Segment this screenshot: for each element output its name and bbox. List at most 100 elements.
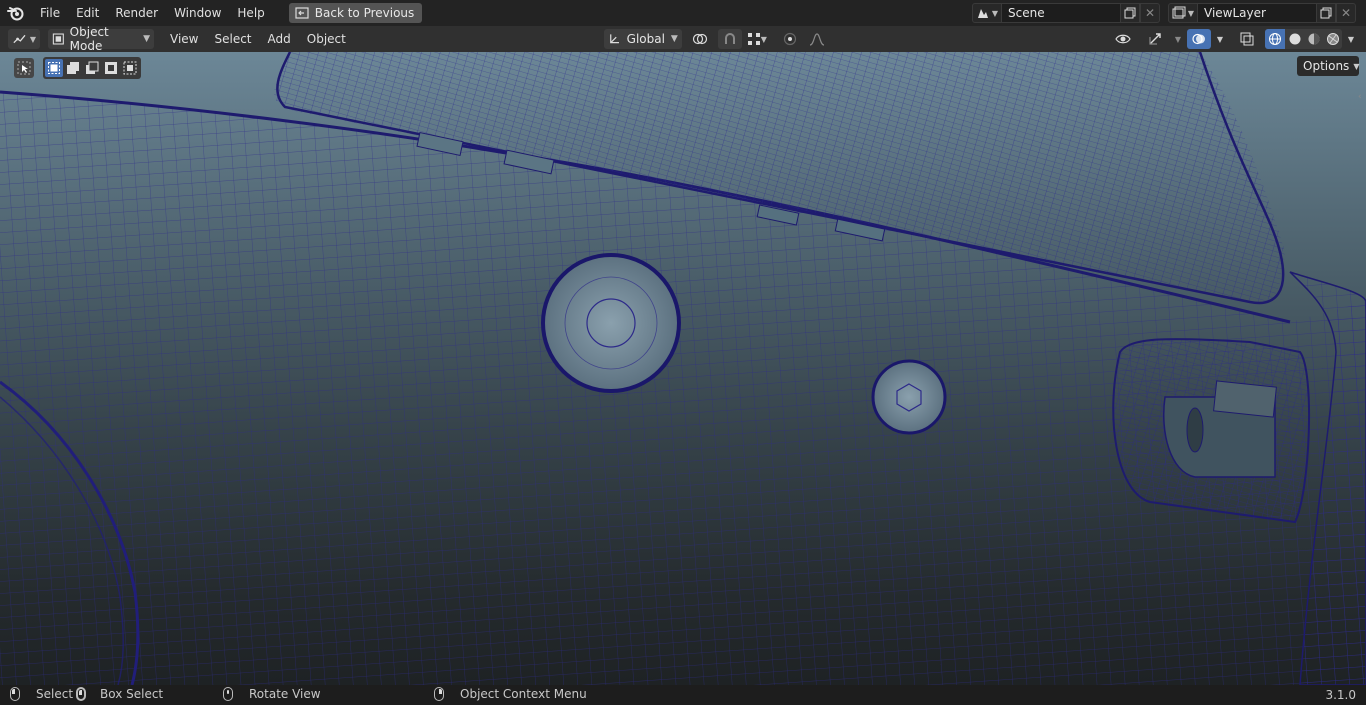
status-box-select-label: Box Select: [100, 687, 164, 701]
selection-mode-set-button[interactable]: [45, 59, 63, 77]
new-view-layer-button[interactable]: [1316, 3, 1336, 23]
pivot-icon: [692, 33, 707, 45]
status-rotate-view: Rotate View: [223, 687, 321, 701]
selection-mode-subtract-button[interactable]: [83, 59, 101, 77]
visibility-icon: [1115, 34, 1131, 44]
back-icon: [295, 7, 309, 19]
status-select: Select: [10, 687, 73, 701]
visibility-select[interactable]: [1107, 29, 1139, 49]
selection-mode-invert-button[interactable]: [102, 59, 120, 77]
proportional-icon: [783, 32, 796, 46]
scene-browse-button[interactable]: ▼: [972, 3, 1002, 23]
gizmo-toggle[interactable]: [1141, 29, 1169, 49]
mouse-left-icon: [10, 687, 20, 701]
transform-orientation-label: Global: [626, 32, 665, 46]
solid-shading-button[interactable]: [1285, 29, 1304, 49]
xray-toggle[interactable]: [1235, 29, 1259, 49]
delete-scene-button[interactable]: ✕: [1140, 3, 1160, 23]
options-dropdown[interactable]: Options ▼: [1297, 56, 1359, 76]
proportional-falloff-select[interactable]: [802, 29, 832, 49]
mouse-middle-icon: [223, 687, 233, 701]
version-label: 3.1.0: [1325, 688, 1356, 702]
falloff-icon: [809, 33, 825, 46]
wireframe-shading-icon: [1269, 33, 1281, 45]
shading-options-dropdown[interactable]: ▼: [1344, 29, 1358, 49]
header-right-group: ▼ ▼ ▼: [1107, 29, 1358, 49]
select-tool-icon: [17, 61, 31, 75]
scene-name-field[interactable]: Scene: [1002, 3, 1120, 23]
rendered-shading-icon: [1326, 33, 1339, 45]
sidebar-toggle-icon[interactable]: ‹: [1358, 92, 1366, 108]
status-box-select: Box Select: [76, 687, 163, 701]
object-mode-select[interactable]: Object Mode ▼: [48, 25, 154, 53]
snap-grid-icon: [747, 33, 760, 45]
back-to-previous-label: Back to Previous: [314, 6, 415, 20]
selection-mode-intersect-button[interactable]: [121, 59, 139, 77]
delete-view-layer-button[interactable]: ✕: [1336, 3, 1356, 23]
view-layer-name-field[interactable]: ViewLayer: [1198, 3, 1316, 23]
menu-add[interactable]: Add: [260, 26, 299, 52]
menu-object[interactable]: Object: [299, 26, 354, 52]
view-layer-selector: ▼ ViewLayer ✕: [1168, 3, 1356, 23]
blender-logo-icon[interactable]: [0, 0, 32, 26]
mouse-right-icon: [434, 687, 444, 701]
close-icon: ✕: [1144, 6, 1156, 20]
menu-file[interactable]: File: [32, 0, 68, 26]
transform-orientation-select[interactable]: Global ▼: [603, 29, 682, 49]
orientation-icon: [609, 34, 619, 44]
overlay-toggle[interactable]: [1187, 29, 1211, 49]
wireframe-shading-button[interactable]: [1265, 29, 1285, 49]
view-layer-icon: [1172, 6, 1186, 19]
editor-type-icon: [13, 34, 26, 44]
top-right-group: ▼ Scene ✕ ▼ ViewLayer ✕: [972, 0, 1366, 26]
selection-mode-extend-button[interactable]: [64, 59, 82, 77]
snap-icon: [724, 33, 735, 44]
menu-edit[interactable]: Edit: [68, 0, 107, 26]
material-shading-button[interactable]: [1304, 29, 1323, 49]
scene-selector: ▼ Scene ✕: [972, 3, 1160, 23]
3d-viewport[interactable]: Options ▼ ‹: [0, 52, 1366, 685]
rendered-shading-button[interactable]: [1323, 29, 1342, 49]
duplicate-icon: [1320, 7, 1332, 19]
viewport-header: ▼ Object Mode ▼ View Select Add Object G…: [0, 25, 1366, 53]
xray-icon: [1240, 32, 1254, 46]
selection-mode-group: [43, 57, 141, 79]
status-rotate-view-label: Rotate View: [249, 687, 321, 701]
gizmo-options-dropdown[interactable]: ▼: [1171, 29, 1185, 49]
close-icon: ✕: [1340, 6, 1352, 20]
overlay-options-dropdown[interactable]: ▼: [1213, 29, 1227, 49]
new-scene-button[interactable]: [1120, 3, 1140, 23]
chevron-down-icon: ▼: [1353, 61, 1360, 71]
menu-select[interactable]: Select: [206, 26, 259, 52]
wireframe-mesh: [0, 52, 1366, 685]
status-select-label: Select: [36, 687, 74, 701]
scene-icon: [977, 9, 988, 18]
snap-target-select[interactable]: ▼: [742, 29, 772, 49]
mouse-drag-icon: [76, 687, 86, 701]
top-bar: File Edit Render Window Help Back to Pre…: [0, 0, 1366, 26]
select-tool-button[interactable]: [14, 58, 34, 78]
object-mode-label: Object Mode: [69, 25, 109, 53]
view-layer-browse-button[interactable]: ▼: [1168, 3, 1198, 23]
object-mode-icon: [52, 33, 64, 45]
menu-window[interactable]: Window: [166, 0, 229, 26]
menu-help[interactable]: Help: [229, 0, 272, 26]
overlay-icon: [1192, 33, 1205, 45]
pivot-point-button[interactable]: [686, 29, 716, 49]
options-label: Options: [1303, 59, 1350, 73]
menu-view[interactable]: View: [162, 26, 206, 52]
material-shading-icon: [1308, 33, 1319, 45]
status-bar: Select Box Select Rotate View Object Con…: [0, 685, 1366, 705]
shading-mode-group: [1265, 29, 1342, 49]
status-context-menu: Object Context Menu: [434, 687, 587, 701]
duplicate-icon: [1124, 7, 1136, 19]
select-extend-icon: [67, 62, 79, 74]
proportional-editing-toggle[interactable]: [778, 29, 802, 49]
snap-toggle[interactable]: [717, 29, 742, 49]
select-intersect-icon: [123, 61, 137, 75]
select-set-icon: [48, 62, 60, 74]
back-to-previous-button[interactable]: Back to Previous: [288, 3, 423, 23]
menu-render[interactable]: Render: [107, 0, 166, 26]
status-context-menu-label: Object Context Menu: [460, 687, 587, 701]
editor-type-button[interactable]: ▼: [8, 29, 40, 49]
